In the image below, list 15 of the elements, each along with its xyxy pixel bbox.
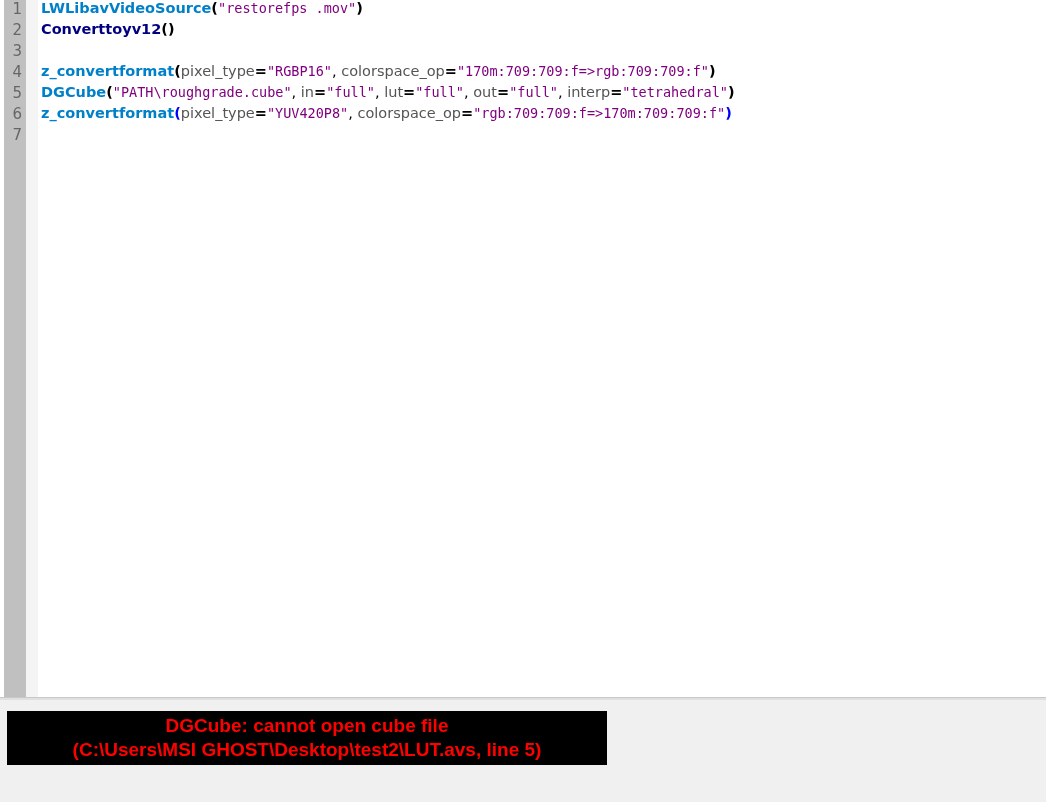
line-number: 6 (11, 105, 23, 125)
code-editor[interactable] (0, 0, 1046, 698)
code-line: z_convertformat(pixel_type="YUV420P8", colorspace_op="rgb:709:709:f=>170m:709:709:f") (41, 105, 732, 124)
code-line: z_convertformat(pixel_type="RGBP16", colorspace_op="170m:709:709:f=>rgb:709:709:f") (41, 63, 716, 82)
line-number: 2 (11, 21, 23, 41)
code-line: LWLibavVideoSource("restorefps .mov") (41, 0, 363, 18)
error-text: DGCube: cannot open cube file (165, 714, 449, 738)
line-number: 5 (11, 84, 23, 104)
error-text: (C:\Users\MSI GHOST\Desktop\test2\LUT.avs, line 5) (72, 738, 542, 762)
code-line: Converttoyv12() (41, 21, 175, 39)
line-number: 4 (11, 63, 23, 83)
line-number: 7 (11, 126, 23, 146)
line-number: 1 (11, 0, 23, 20)
line-number: 3 (11, 42, 23, 62)
code-line: DGCube("PATH\roughgrade.cube", in="full", lut="full", out="full", interp="tetrahedral") (41, 84, 735, 102)
